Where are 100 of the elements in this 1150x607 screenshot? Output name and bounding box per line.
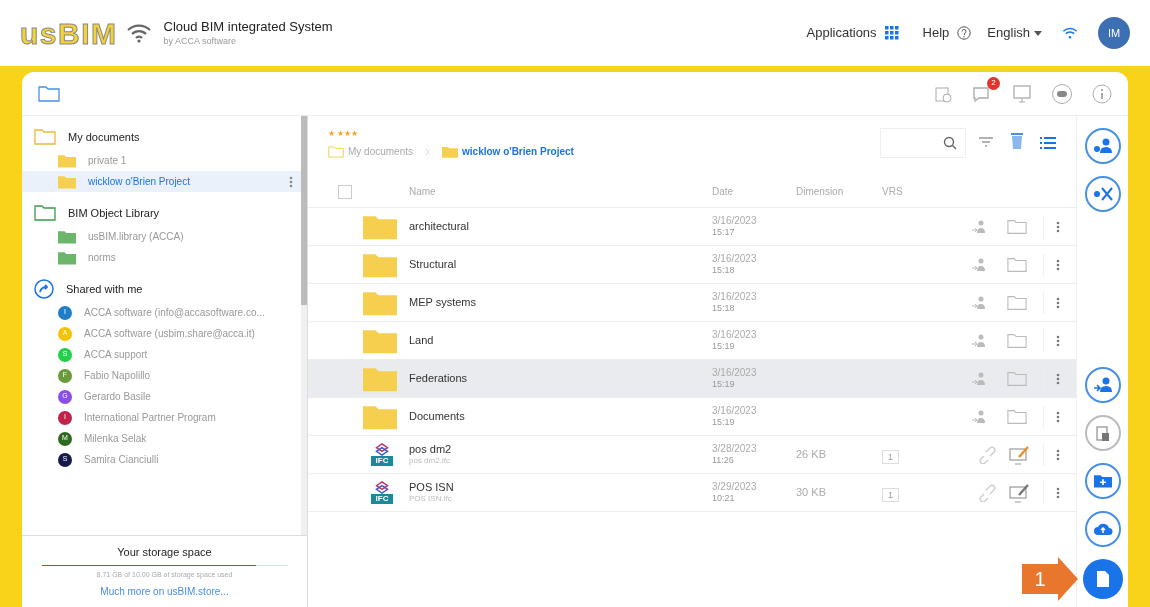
help-icon[interactable] [957,26,972,40]
folder-outline-icon[interactable] [1007,256,1027,273]
edit-monitor-icon[interactable] [1009,482,1031,503]
share-icon [34,279,54,299]
select-all-checkbox[interactable] [338,184,352,199]
filter-icon[interactable] [978,136,994,148]
time-text: 15:19 [712,379,736,391]
folder-outline-icon[interactable] [1007,408,1027,425]
share-user-icon[interactable] [971,409,987,424]
more-icon[interactable] [1056,296,1060,309]
more-icon[interactable] [1056,372,1060,385]
wifi-icon [125,23,152,43]
file-name: Federations [409,371,469,386]
monitor-icon[interactable] [1012,83,1032,104]
column-header[interactable]: Dimension [796,184,882,199]
more-icon[interactable] [1056,486,1060,499]
breadcrumb-link[interactable]: My documents [348,144,414,159]
user-settings-button[interactable] [1084,128,1121,164]
user-avatar[interactable]: IM [1098,17,1130,49]
version-badge: 1 [882,449,899,464]
time-text: 15:19 [712,341,736,353]
date-text: 3/28/2023 [712,442,758,456]
file-name: architectural [409,219,470,234]
new-file-button[interactable] [1082,559,1123,599]
folder-outline-icon[interactable] [1007,332,1027,349]
file-name: Structural [409,257,458,272]
scrollbar[interactable] [301,116,307,535]
new-folder-button[interactable] [1084,463,1121,499]
time-text: 11:26 [712,455,735,467]
rating-stars: ★ ★★★ [328,128,360,140]
list-view-icon[interactable] [1040,136,1056,150]
more-icon[interactable] [1056,220,1060,233]
applications-button[interactable]: Applications [806,23,877,43]
tools-settings-button[interactable] [1084,176,1121,212]
more-icon[interactable] [1056,334,1060,347]
share-user-icon[interactable] [971,219,987,234]
section-title: Shared with me [66,281,143,297]
more-icon[interactable] [1056,448,1060,461]
cloud-upload-button[interactable] [1084,511,1121,547]
time-text: 15:19 [712,417,736,429]
file-subtitle: POS ISN.ifc [409,494,453,505]
time-text: 15:18 [712,303,736,315]
folder-outline-icon[interactable] [1007,218,1027,235]
search-icon[interactable] [943,136,957,150]
search-field[interactable] [880,128,966,158]
column-header[interactable]: Date [712,184,796,199]
file-name: MEP systems [409,295,478,310]
file-name: Documents [409,409,466,424]
date-text: 3/29/2023 [712,480,758,494]
paste-button[interactable] [1084,415,1121,451]
chevron-icon [425,147,431,156]
help-button[interactable]: Help [922,23,950,43]
file-name: Land [409,333,435,348]
share-user-icon[interactable] [971,257,987,272]
more-icon[interactable] [1056,410,1060,423]
folder-icon [38,84,60,103]
file-icon [1095,570,1110,588]
date-text: 3/16/2023 [712,290,758,304]
logo: usBIM [20,15,118,52]
share-user-icon [1092,377,1113,393]
time-text: 10:21 [712,493,736,505]
info-icon[interactable] [1092,83,1112,104]
share-user-icon[interactable] [971,295,987,310]
edit-monitor-icon[interactable] [1009,444,1031,465]
caret-icon [1034,30,1042,36]
file-name: POS ISN [409,480,455,495]
breadcrumb-link[interactable]: wicklow o'Brien Project [462,144,574,159]
more-icon[interactable] [1056,258,1060,271]
size-text: 26 KB [796,447,827,463]
app-title: Cloud BIM integrated System [163,19,333,36]
share-user-button[interactable] [1084,367,1121,403]
share-user-icon[interactable] [971,333,987,348]
folder-icon [442,145,459,158]
more-icon[interactable] [289,175,293,188]
folder-icon [328,145,344,158]
sidebar-item[interactable]: usBIM.library (ACCA) [22,226,301,247]
column-header[interactable]: Name [409,184,712,199]
wifi-icon [1062,27,1078,39]
store-link[interactable]: Much more on usBIM.store... [100,584,229,599]
file-name: pos dm2 [409,442,453,457]
date-text: 3/16/2023 [712,252,758,266]
storage-title: Your storage space [117,545,212,560]
date-text: 3/16/2023 [712,214,758,228]
grid-icon[interactable] [884,26,899,40]
folder-icon [58,153,76,168]
app-subtitle: by ACCA software [163,35,238,47]
sidebar-item[interactable]: norms [22,247,301,268]
sidebar-item[interactable]: private 1 [22,150,301,171]
column-header[interactable]: VRS [882,184,903,199]
date-text: 3/16/2023 [712,404,758,418]
section-title: My documents [68,129,140,145]
file-row[interactable]: Federations 3/16/2023 15:19 [308,360,1076,398]
chat-icon[interactable] [972,84,992,103]
date-text: 3/16/2023 [712,366,758,380]
sidebar-item[interactable]: wicklow o'Brien Project [22,171,301,192]
language-dropdown[interactable]: English [987,23,1042,43]
trash-icon[interactable] [1010,132,1024,150]
time-text: 15:17 [712,227,736,239]
notification-badge: 2 [987,76,1000,90]
folder-outline-icon[interactable] [1007,294,1027,311]
